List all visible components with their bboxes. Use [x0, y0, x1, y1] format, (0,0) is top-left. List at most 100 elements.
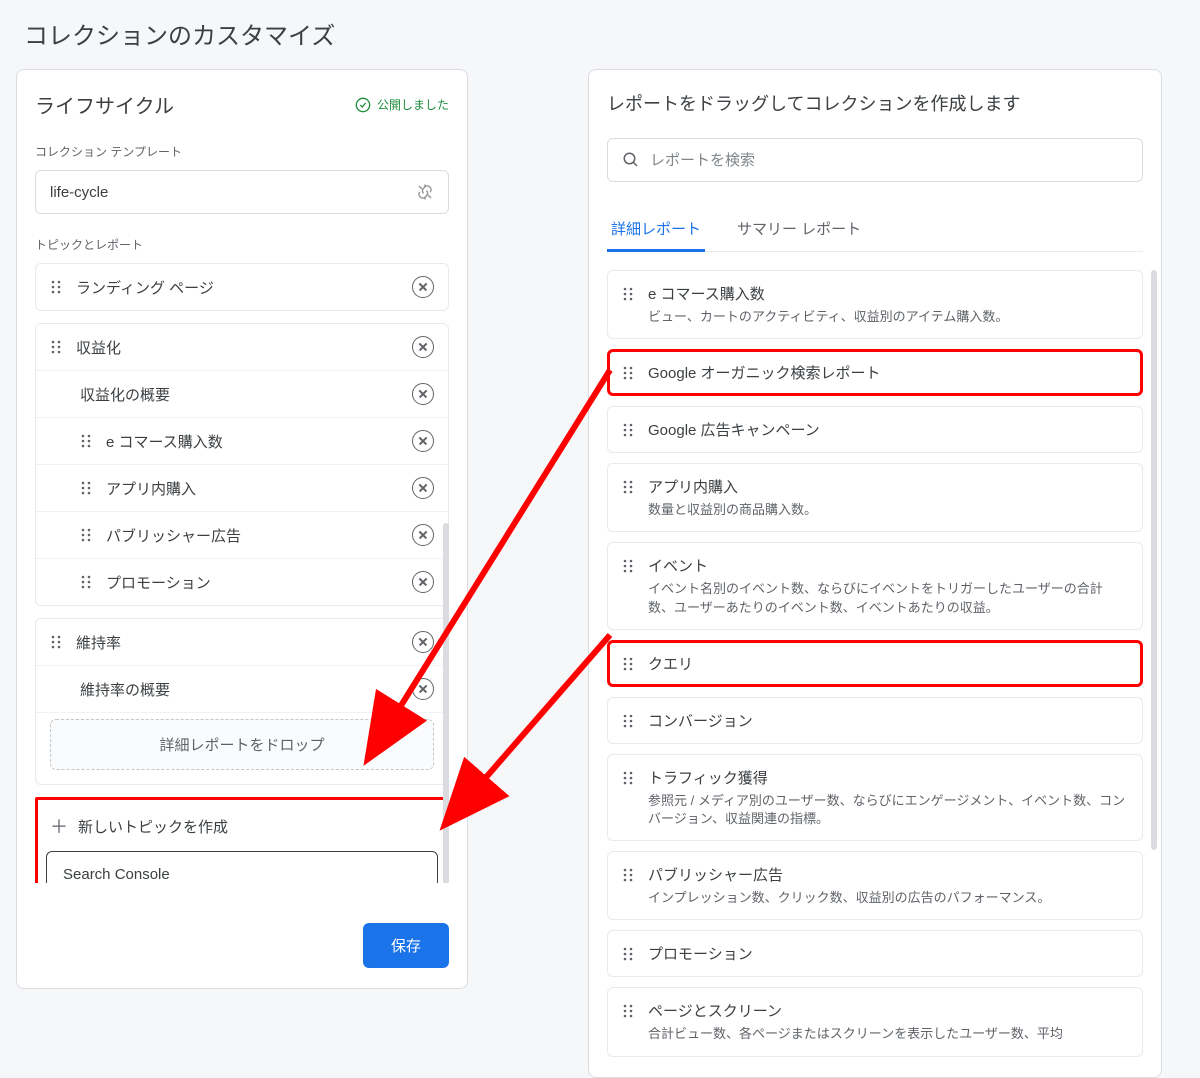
report-card[interactable]: コンバージョン [607, 697, 1143, 744]
remove-icon[interactable] [412, 571, 434, 593]
report-title: コンバージョン [648, 710, 1128, 731]
create-topic-button[interactable]: ＋ 新しいトピックを作成 [46, 810, 438, 851]
report-card[interactable]: Google オーガニック検索レポート [607, 349, 1143, 396]
topic-label: 収益化の概要 [80, 384, 400, 405]
topic-label: 維持率 [76, 632, 400, 653]
report-title: プロモーション [648, 943, 1128, 964]
tab-summary-reports[interactable]: サマリー レポート [733, 210, 865, 251]
page-title: コレクションのカスタマイズ [0, 0, 1200, 61]
check-circle-icon [355, 97, 371, 113]
remove-icon[interactable] [412, 430, 434, 452]
topic-item[interactable]: 収益化の概要 [36, 371, 448, 418]
report-title: Google 広告キャンペーン [648, 419, 1128, 440]
drag-handle-icon[interactable] [622, 713, 636, 729]
save-button[interactable]: 保存 [363, 923, 449, 968]
report-card[interactable]: イベントイベント名別のイベント数、ならびにイベントをトリガーしたユーザーの合計数… [607, 542, 1143, 629]
search-box[interactable] [607, 138, 1143, 182]
report-card[interactable]: アプリ内購入数量と収益別の商品購入数。 [607, 463, 1143, 532]
report-title: アプリ内購入 [648, 476, 1128, 497]
report-card[interactable]: トラフィック獲得参照元 / メディア別のユーザー数、ならびにエンゲージメント、イ… [607, 754, 1143, 841]
topic-label: パブリッシャー広告 [106, 525, 400, 546]
search-input[interactable] [650, 152, 1128, 169]
report-desc: 合計ビュー数、各ページまたはスクリーンを表示したユーザー数、平均 [648, 1025, 1128, 1043]
topics-label: トピックとレポート [35, 236, 449, 253]
drag-handle-icon[interactable] [80, 480, 94, 496]
tabs: 詳細レポート サマリー レポート [607, 210, 1143, 252]
topic-group: 収益化 収益化の概要 e コマース購入数 アプリ内購入 [35, 323, 449, 606]
report-card[interactable]: Google 広告キャンペーン [607, 406, 1143, 453]
template-value: life-cycle [50, 184, 108, 201]
report-title: ページとスクリーン [648, 1000, 1128, 1021]
drag-handle-icon[interactable] [50, 339, 64, 355]
tab-detail-reports[interactable]: 詳細レポート [607, 210, 705, 252]
template-selector[interactable]: life-cycle [35, 170, 449, 214]
drag-handle-icon[interactable] [80, 574, 94, 590]
drag-handle-icon[interactable] [622, 946, 636, 962]
remove-icon[interactable] [412, 631, 434, 653]
drag-handle-icon[interactable] [622, 365, 636, 381]
report-desc: ビュー、カートのアクティビティ、収益別のアイテム購入数。 [648, 308, 1128, 326]
search-icon [622, 151, 640, 169]
create-topic-block: ＋ 新しいトピックを作成 [35, 797, 449, 883]
topic-item[interactable]: 維持率 [36, 619, 448, 666]
topic-item[interactable]: アプリ内購入 [36, 465, 448, 512]
report-desc: 数量と収益別の商品購入数。 [648, 501, 1128, 519]
report-card[interactable]: ページとスクリーン合計ビュー数、各ページまたはスクリーンを表示したユーザー数、平… [607, 987, 1143, 1056]
drag-handle-icon[interactable] [622, 656, 636, 672]
remove-icon[interactable] [412, 383, 434, 405]
report-card[interactable]: e コマース購入数ビュー、カートのアクティビティ、収益別のアイテム購入数。 [607, 270, 1143, 339]
unlink-icon [416, 183, 434, 201]
report-card[interactable]: パブリッシャー広告インプレッション数、クリック数、収益別の広告のパフォーマンス。 [607, 851, 1143, 920]
scrollbar[interactable] [1151, 270, 1157, 850]
drag-handle-icon[interactable] [622, 422, 636, 438]
template-field-label: コレクション テンプレート [35, 143, 449, 160]
remove-icon[interactable] [412, 524, 434, 546]
topic-label: 収益化 [76, 337, 400, 358]
collection-title: ライフサイクル [35, 90, 174, 119]
topic-item[interactable]: プロモーション [36, 559, 448, 605]
scrollbar[interactable] [443, 523, 449, 883]
remove-icon[interactable] [412, 678, 434, 700]
report-title: Google オーガニック検索レポート [648, 362, 1128, 383]
drag-handle-icon[interactable] [622, 286, 636, 302]
topic-group: ランディング ページ [35, 263, 449, 311]
published-badge: 公開しました [355, 96, 449, 113]
drag-handle-icon[interactable] [50, 279, 64, 295]
plus-icon: ＋ [50, 818, 68, 836]
remove-icon[interactable] [412, 336, 434, 358]
report-desc: 参照元 / メディア別のユーザー数、ならびにエンゲージメント、イベント数、コンバ… [648, 792, 1128, 828]
report-card[interactable]: プロモーション [607, 930, 1143, 977]
report-title: パブリッシャー広告 [648, 864, 1128, 885]
report-title: クエリ [648, 653, 1128, 674]
report-desc: インプレッション数、クリック数、収益別の広告のパフォーマンス。 [648, 889, 1128, 907]
topic-label: e コマース購入数 [106, 431, 400, 452]
remove-icon[interactable] [412, 276, 434, 298]
topic-label: 維持率の概要 [80, 679, 400, 700]
topic-item[interactable]: パブリッシャー広告 [36, 512, 448, 559]
remove-icon[interactable] [412, 477, 434, 499]
report-title: e コマース購入数 [648, 283, 1128, 304]
report-title: イベント [648, 555, 1128, 576]
drag-handle-icon[interactable] [50, 634, 64, 650]
topic-label: アプリ内購入 [106, 478, 400, 499]
drag-handle-icon[interactable] [622, 867, 636, 883]
topic-item[interactable]: e コマース購入数 [36, 418, 448, 465]
topic-label: プロモーション [106, 572, 400, 593]
drag-handle-icon[interactable] [80, 527, 94, 543]
topic-item[interactable]: 維持率の概要 [36, 666, 448, 713]
drag-handle-icon[interactable] [622, 558, 636, 574]
drag-handle-icon[interactable] [622, 770, 636, 786]
drag-handle-icon[interactable] [622, 1003, 636, 1019]
report-desc: イベント名別のイベント数、ならびにイベントをトリガーしたユーザーの合計数、ユーザ… [648, 580, 1128, 616]
topic-name-input[interactable] [46, 851, 438, 883]
drag-handle-icon[interactable] [80, 433, 94, 449]
report-list: e コマース購入数ビュー、カートのアクティビティ、収益別のアイテム購入数。 Goo… [607, 270, 1143, 1057]
topic-item[interactable]: 収益化 [36, 324, 448, 371]
drag-handle-icon[interactable] [622, 479, 636, 495]
report-card[interactable]: クエリ [607, 640, 1143, 687]
report-title: トラフィック獲得 [648, 767, 1128, 788]
topic-group: 維持率 維持率の概要 詳細レポートをドロップ [35, 618, 449, 785]
topic-item[interactable]: ランディング ページ [36, 264, 448, 310]
right-panel: レポートをドラッグしてコレクションを作成します 詳細レポート サマリー レポート… [588, 69, 1162, 1078]
dropzone[interactable]: 詳細レポートをドロップ [50, 719, 434, 770]
